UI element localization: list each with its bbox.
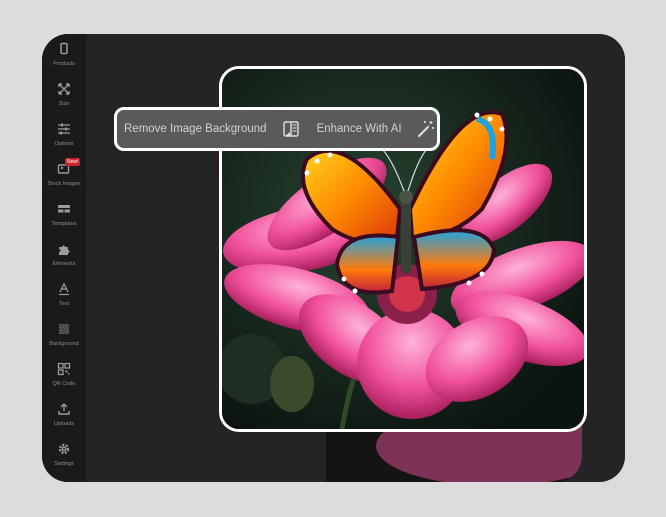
new-badge: New! bbox=[65, 158, 81, 166]
sidebar-item-templates[interactable]: Templates bbox=[42, 200, 86, 238]
enhance-ai-button[interactable]: Enhance With AI bbox=[317, 119, 436, 139]
sidebar-item-label: Elements bbox=[52, 261, 76, 267]
upload-icon bbox=[58, 403, 70, 415]
sliders-icon bbox=[58, 123, 70, 135]
sidebar-item-label: Options bbox=[54, 141, 74, 147]
sidebar-item-label: Products bbox=[53, 61, 75, 67]
image-actions-toolbar: Remove Image Background Enhance With AI bbox=[114, 107, 440, 151]
sidebar-item-text[interactable]: Text bbox=[42, 280, 86, 318]
templates-icon bbox=[58, 205, 70, 213]
puzzle-icon bbox=[59, 245, 70, 255]
remove-background-icon bbox=[282, 121, 299, 137]
magic-wand-icon bbox=[417, 121, 434, 137]
text-icon bbox=[59, 282, 69, 296]
sidebar-item-label: Templates bbox=[51, 221, 77, 227]
sidebar-item-label: Stock Images bbox=[47, 181, 81, 187]
sidebar-item-size[interactable]: Size bbox=[42, 80, 86, 118]
sidebar-item-label: Uploads bbox=[53, 421, 75, 427]
sidebar: Products Size Options New! Stock Images … bbox=[42, 34, 86, 482]
sidebar-item-settings[interactable]: Settings bbox=[42, 440, 86, 478]
enhance-ai-label: Enhance With AI bbox=[316, 123, 402, 135]
sidebar-item-label: Background bbox=[49, 341, 79, 347]
sidebar-item-stock-images[interactable]: New! Stock Images bbox=[42, 158, 86, 198]
sidebar-item-options[interactable]: Options bbox=[42, 120, 86, 158]
remove-background-label: Remove Image Background bbox=[124, 123, 267, 135]
qr-code-icon bbox=[57, 362, 71, 376]
sidebar-item-label: Size bbox=[58, 101, 70, 107]
background-pattern-icon bbox=[58, 323, 70, 335]
sidebar-item-elements[interactable]: Elements bbox=[42, 240, 86, 278]
sidebar-item-uploads[interactable]: Uploads bbox=[42, 400, 86, 438]
sidebar-item-label: Text bbox=[58, 301, 70, 307]
remove-background-button[interactable]: Remove Image Background bbox=[124, 119, 301, 139]
sidebar-item-background[interactable]: Background bbox=[42, 320, 86, 358]
phone-case-icon bbox=[60, 42, 68, 55]
sidebar-item-qr-code[interactable]: QR Code bbox=[42, 360, 86, 398]
resize-arrows-icon bbox=[58, 83, 70, 95]
gear-icon bbox=[58, 443, 70, 455]
sidebar-item-label: QR Code bbox=[52, 381, 76, 387]
sidebar-item-products[interactable]: Products bbox=[42, 40, 86, 78]
sidebar-item-label: Settings bbox=[54, 461, 74, 467]
